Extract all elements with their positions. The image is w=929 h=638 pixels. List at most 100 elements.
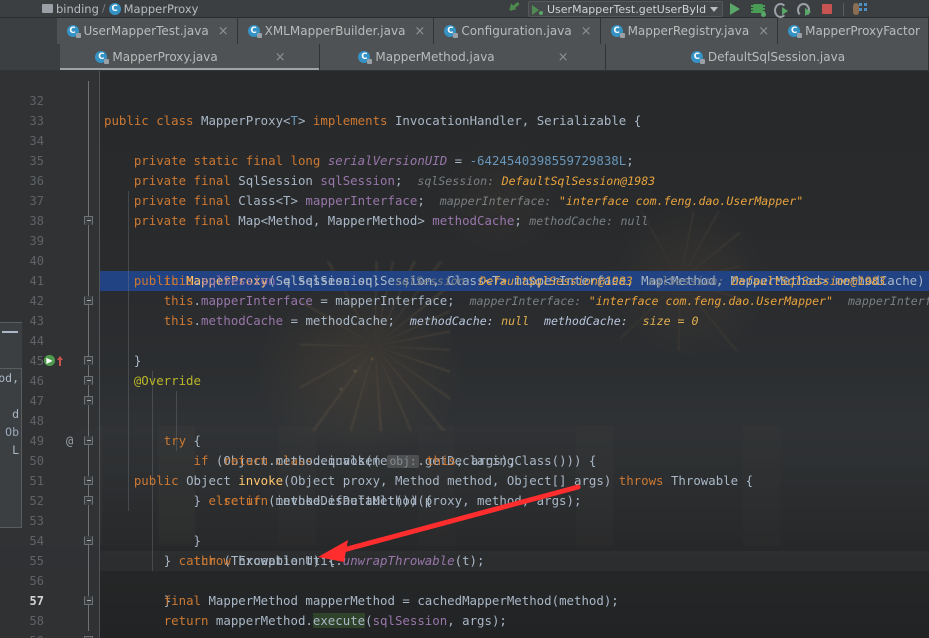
code-line[interactable]: 55 }: [0, 531, 929, 608]
code-line-selected[interactable]: 42 this.methodCache = methodCache; metho…: [0, 271, 929, 328]
code-editor[interactable]: 32 public class MapperProxy<T> implement…: [0, 71, 929, 638]
breadcrumb: binding / C MapperProxy: [0, 2, 198, 16]
close-icon[interactable]: ×: [218, 25, 229, 38]
java-class-icon: C: [444, 25, 459, 38]
layout-settings-icon[interactable]: [853, 2, 867, 16]
java-class-icon: C: [108, 2, 121, 15]
overriding-method-icon[interactable]: [56, 355, 64, 367]
tab-label: XMLMapperBuilder.java: [264, 24, 406, 38]
tab-mapperproxyfactory[interactable]: C MapperProxyFactor: [778, 18, 929, 44]
collapse-icon[interactable]: [2, 331, 18, 333]
left-floating-popup[interactable]: od, d Ob L: [0, 368, 22, 528]
run-toolbar: [728, 0, 867, 18]
folder-icon: [42, 4, 53, 13]
code-line[interactable]: 56 final MapperMethod mapperMethod = cac…: [0, 551, 929, 608]
fold-toggle-icon[interactable]: [84, 596, 93, 605]
tab-mapperregistry[interactable]: C MapperRegistry.java ×: [600, 18, 779, 44]
code-line[interactable]: 45 @Override: [0, 331, 929, 388]
code-line[interactable]: 41 this.mapperInterface = mapperInterfac…: [0, 251, 929, 308]
code-line[interactable]: 35 private final SqlSession sqlSession; …: [0, 131, 929, 188]
fold-toggle-icon[interactable]: [84, 476, 93, 485]
top-toolbar: binding / C MapperProxy UserMapperTest.g…: [0, 0, 929, 18]
code-line[interactable]: 38: [0, 191, 929, 228]
tab-label: Configuration.java: [461, 24, 572, 38]
tab-xmlmapperbuilder[interactable]: C XMLMapperBuilder.java ×: [237, 18, 435, 44]
tab-label: DefaultSqlSession.java: [707, 50, 846, 64]
run-with-coverage-icon[interactable]: [774, 2, 788, 18]
profile-icon[interactable]: [797, 2, 811, 17]
fold-toggle-icon[interactable]: [84, 396, 93, 405]
code-line[interactable]: 50 } else if (method.isDefault()) {: [0, 431, 929, 508]
tab-mappermethod[interactable]: C MapperMethod.java ×: [320, 44, 606, 70]
debug-icon[interactable]: [751, 2, 766, 17]
tab-usermappertest[interactable]: C UserMapperTest.java ×: [56, 18, 238, 44]
back-arrow-icon[interactable]: [508, 1, 522, 16]
fold-toggle-icon[interactable]: [84, 436, 93, 445]
code-line[interactable]: 59: [0, 611, 929, 638]
popup-row[interactable]: od,: [0, 369, 21, 387]
stop-icon[interactable]: [820, 2, 834, 16]
left-toolwindow-strip[interactable]: [0, 322, 22, 369]
java-class-icon: C: [788, 25, 803, 38]
chevron-down-icon[interactable]: [710, 6, 719, 12]
popup-row[interactable]: Ob: [0, 423, 21, 441]
fold-toggle-icon[interactable]: [84, 216, 93, 225]
code-line[interactable]: 40 this.sqlSession = sqlSession; sqlSess…: [0, 231, 929, 288]
java-class-icon: C: [247, 25, 262, 38]
tab-label: MapperRegistry.java: [627, 24, 750, 38]
fold-toggle-icon[interactable]: [84, 376, 93, 385]
junit-run-config-icon: [532, 4, 543, 15]
code-line[interactable]: 52 }: [0, 471, 929, 548]
code-line[interactable]: 37 private final Map<Method, MapperMetho…: [0, 171, 929, 228]
tab-row2-left-spacer: [0, 44, 60, 70]
code-line[interactable]: 39 public MapperProxy(SqlSession sqlSess…: [0, 211, 929, 288]
code-line[interactable]: 49 return method.invoke( obj: this, args…: [0, 411, 929, 468]
java-test-class-icon: C: [66, 25, 81, 38]
tab-mapperproxy[interactable]: C MapperProxy.java ×: [60, 44, 320, 70]
popup-row[interactable]: L: [0, 441, 21, 459]
code-line[interactable]: 54 throw ExceptionUtil.unwrapThrowable(t…: [0, 511, 929, 568]
tab-label: MapperProxyFactor: [805, 24, 920, 38]
code-line[interactable]: 33: [0, 91, 929, 128]
close-icon[interactable]: ×: [558, 51, 569, 64]
code-line[interactable]: 53 } catch (Throwable t) {: [0, 491, 929, 568]
code-line[interactable]: 43 }: [0, 291, 929, 368]
breadcrumb-separator: /: [101, 2, 106, 15]
code-line[interactable]: 34 private static final long serialVersi…: [0, 111, 929, 168]
breadcrumb-class-label[interactable]: MapperProxy: [124, 2, 199, 16]
close-icon[interactable]: ×: [275, 51, 286, 64]
editor-tab-row-2: C MapperProxy.java × C MapperMethod.java…: [0, 44, 929, 71]
code-line[interactable]: 44: [0, 311, 929, 348]
code-line[interactable]: 47 try {: [0, 371, 929, 448]
java-class-icon: C: [690, 51, 705, 64]
fold-toggle-icon[interactable]: [84, 496, 93, 505]
code-line[interactable]: 46 ! @ public Object invoke(Object proxy…: [0, 351, 929, 488]
tab-label: UserMapperTest.java: [83, 24, 209, 38]
run-icon[interactable]: [728, 2, 742, 16]
fold-toggle-icon[interactable]: [84, 536, 93, 545]
fold-toggle-icon[interactable]: [84, 356, 93, 365]
tab-defaultsqlsession[interactable]: C DefaultSqlSession.java: [606, 44, 929, 70]
editor-tab-row-1: C UserMapperTest.java × C XMLMapperBuild…: [0, 18, 929, 44]
popup-row: [0, 387, 21, 405]
toolbar-divider: [843, 2, 844, 16]
code-line[interactable]: 48 if (Object.class.equals(method.getDec…: [0, 391, 929, 468]
code-line[interactable]: 51 return invokeDefaultMethod(proxy, met…: [0, 451, 929, 508]
close-icon[interactable]: ×: [414, 25, 425, 38]
close-icon[interactable]: ×: [758, 25, 769, 38]
code-line[interactable]: 58 }: [0, 591, 929, 628]
code-line[interactable]: 36 private final Class<T> mapperInterfac…: [0, 151, 929, 208]
java-class-icon: C: [95, 51, 110, 64]
code-line-cursor[interactable]: 57 return mapperMethod.execute(sqlSessio…: [0, 571, 929, 628]
breadcrumb-folder-label[interactable]: binding: [56, 2, 99, 16]
code-line[interactable]: 60 @ private MapperMethod cachedMapperMe…: [0, 631, 929, 638]
run-configuration-selector[interactable]: UserMapperTest.getUserById: [528, 1, 724, 17]
popup-row[interactable]: d: [0, 405, 21, 423]
run-method-gutter-icon[interactable]: ▶: [44, 355, 55, 366]
fold-toggle-icon[interactable]: [84, 296, 93, 305]
code-line[interactable]: 32 public class MapperProxy<T> implement…: [0, 71, 929, 128]
tab-label: MapperProxy.java: [112, 50, 218, 64]
close-icon[interactable]: ×: [581, 25, 592, 38]
tab-configuration[interactable]: C Configuration.java ×: [434, 18, 601, 44]
code-text-layer: 32 public class MapperProxy<T> implement…: [0, 71, 929, 638]
